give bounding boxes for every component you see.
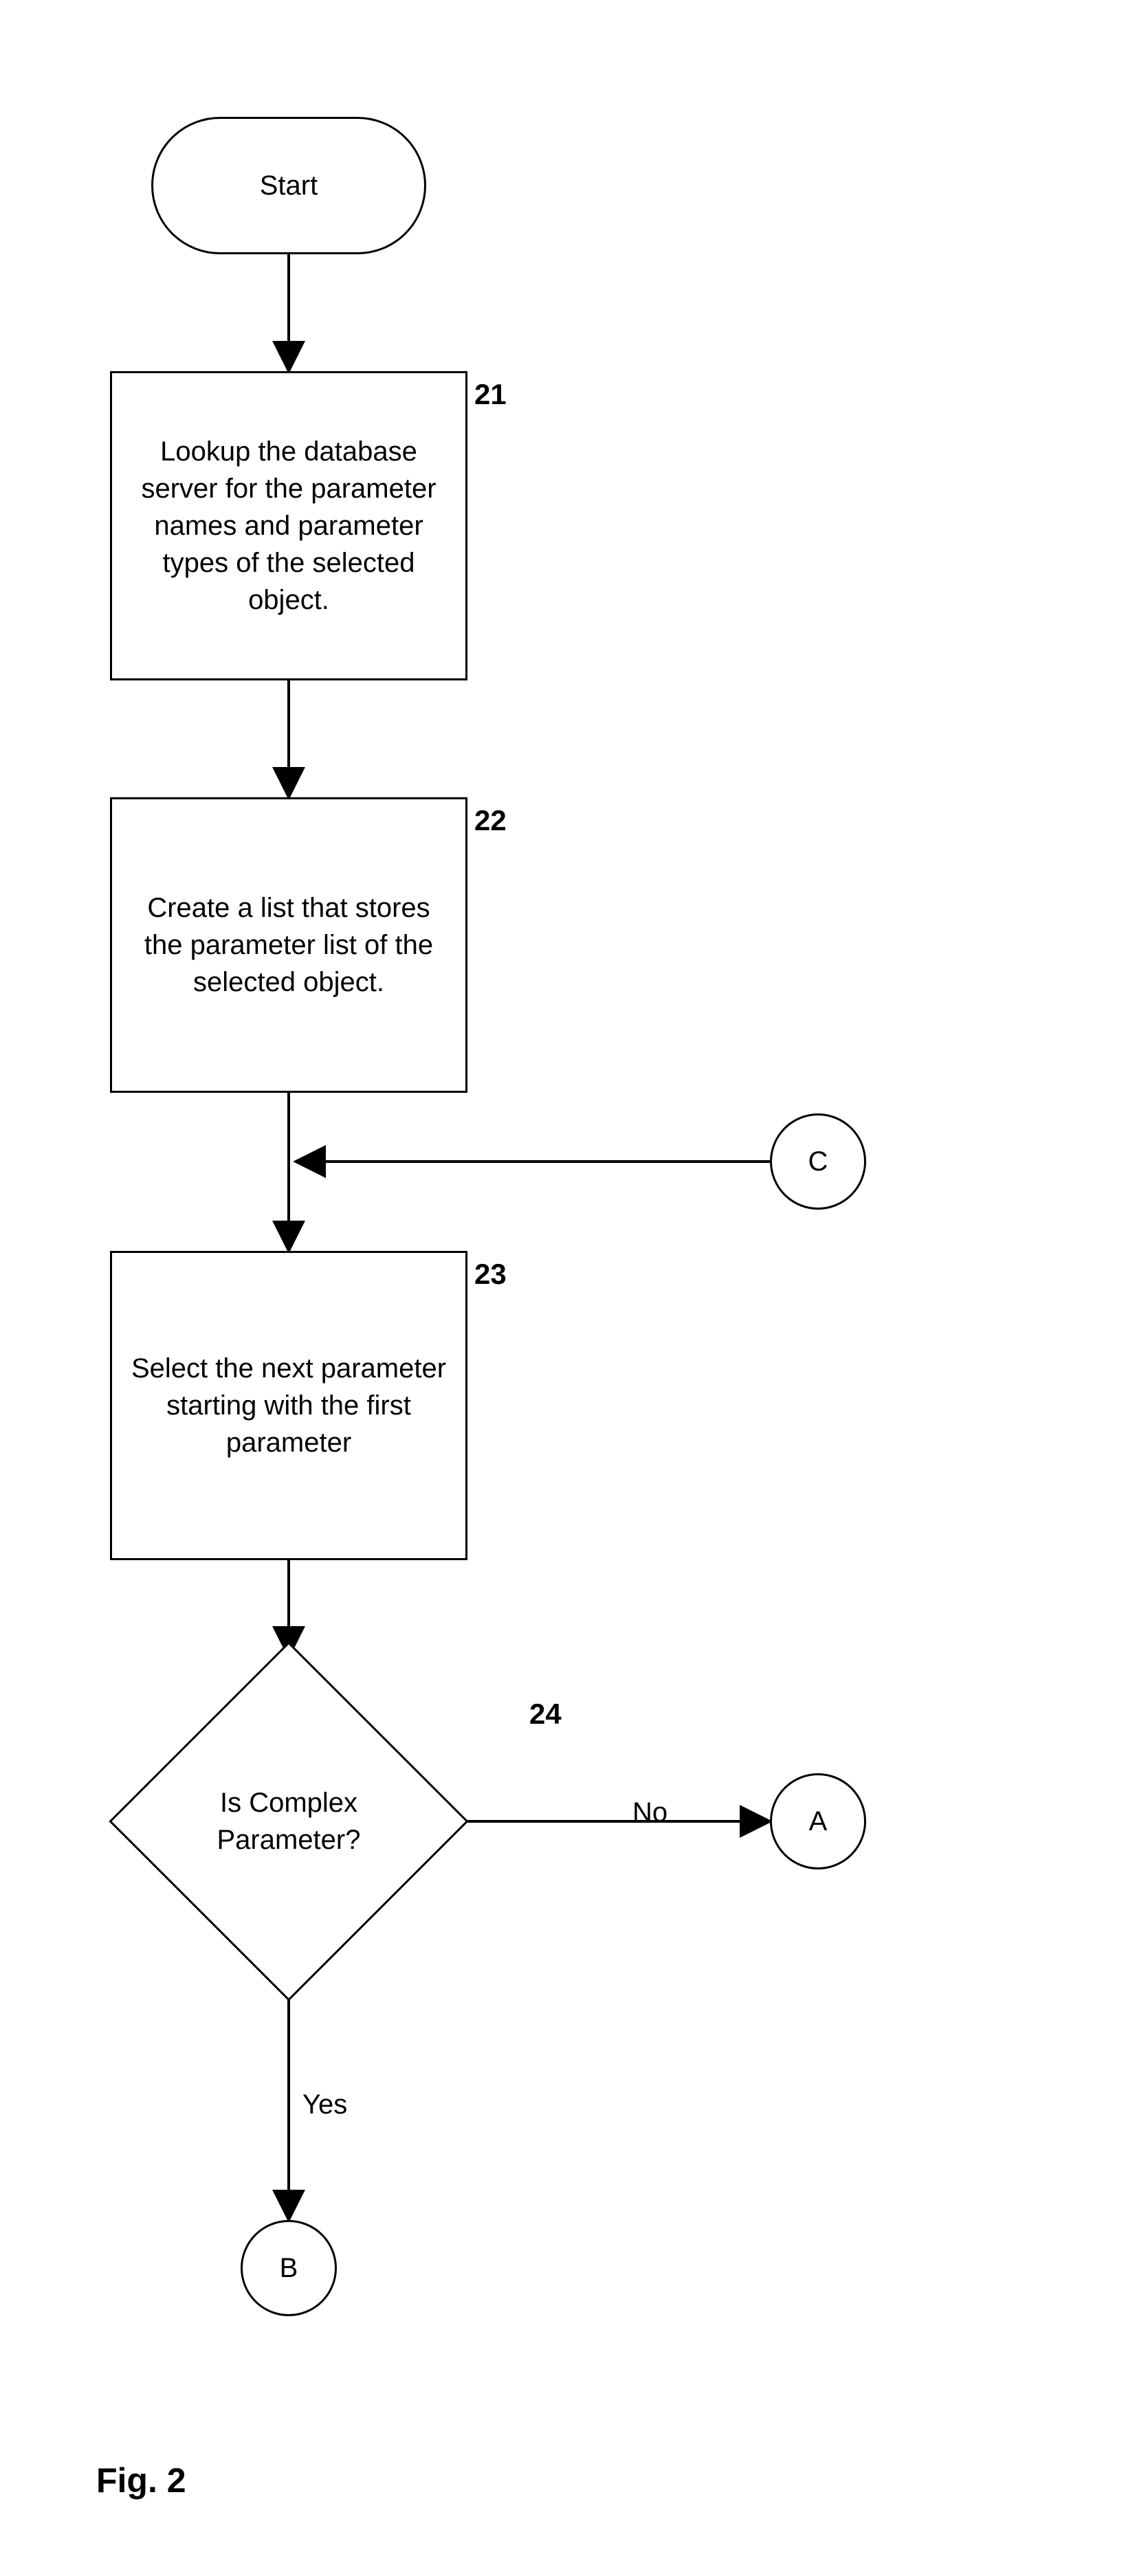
connector-a-label: A bbox=[809, 1803, 828, 1840]
edge-label-yes: Yes bbox=[302, 2089, 347, 2120]
connector-c-label: C bbox=[808, 1143, 828, 1180]
edge-label-no: No bbox=[632, 1797, 667, 1828]
process-22: Create a list that stores the parameter … bbox=[110, 797, 467, 1093]
connector-b: B bbox=[241, 2220, 337, 2316]
process-22-text: Create a list that stores the parameter … bbox=[126, 889, 452, 1001]
process-23: Select the next parameter starting with … bbox=[110, 1251, 467, 1560]
ref-22: 22 bbox=[474, 804, 507, 837]
process-21-text: Lookup the database server for the param… bbox=[126, 433, 452, 619]
connector-a: A bbox=[770, 1773, 866, 1869]
process-21: Lookup the database server for the param… bbox=[110, 371, 467, 680]
connector-c: C bbox=[770, 1113, 866, 1210]
start-label: Start bbox=[260, 167, 318, 204]
decision-24-text: Is Complex Parameter? bbox=[172, 1784, 406, 1858]
ref-21: 21 bbox=[474, 378, 507, 411]
process-23-text: Select the next parameter starting with … bbox=[126, 1350, 452, 1461]
start-terminator: Start bbox=[151, 117, 426, 254]
figure-label: Fig. 2 bbox=[96, 2461, 186, 2500]
ref-23: 23 bbox=[474, 1258, 507, 1291]
connector-b-label: B bbox=[280, 2250, 298, 2287]
ref-24: 24 bbox=[529, 1698, 562, 1731]
decision-24: Is Complex Parameter? bbox=[110, 1643, 467, 2000]
